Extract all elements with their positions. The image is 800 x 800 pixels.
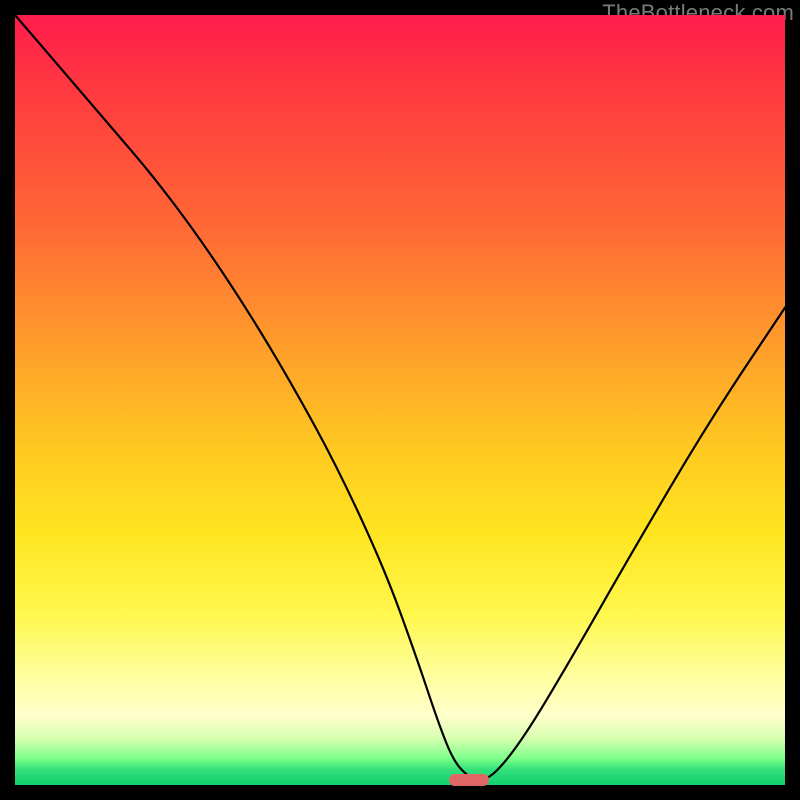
- optimal-marker: [449, 774, 489, 786]
- plot-area: [15, 15, 785, 785]
- curve-svg: [15, 15, 785, 785]
- bottleneck-curve: [15, 15, 785, 779]
- chart-frame: TheBottleneck.com: [0, 0, 800, 800]
